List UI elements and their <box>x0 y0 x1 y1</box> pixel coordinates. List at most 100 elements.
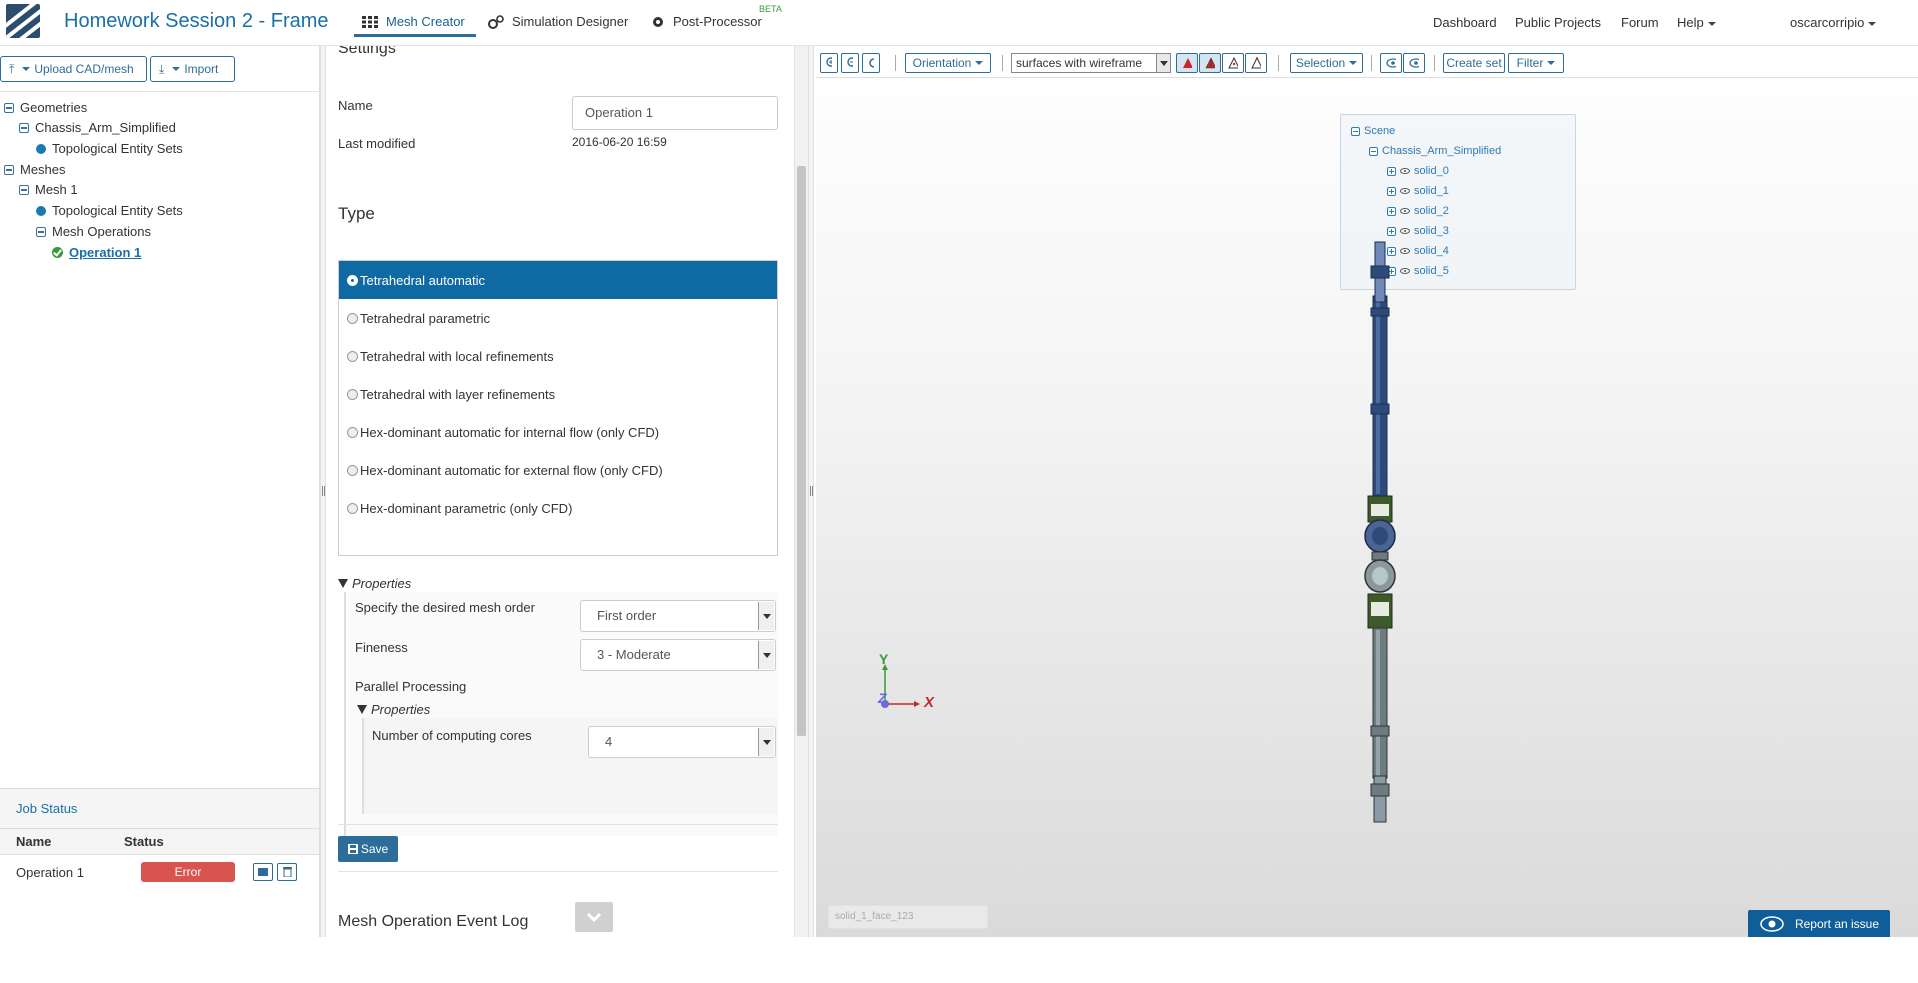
points-view-button[interactable] <box>1245 53 1267 73</box>
orientation-dropdown[interactable]: Orientation <box>905 53 991 73</box>
job-status-title: Job Status <box>0 789 319 829</box>
tree-node-chassis[interactable]: Chassis_Arm_Simplified <box>19 120 176 135</box>
tree-node-mesh-topological-sets[interactable]: Topological Entity Sets <box>36 203 183 218</box>
selection-dropdown[interactable]: Selection <box>1290 53 1363 73</box>
filter-dropdown[interactable]: Filter <box>1508 53 1564 73</box>
fineness-label: Fineness <box>355 640 408 655</box>
settings-scrollbar[interactable] <box>794 46 808 937</box>
expand-icon[interactable] <box>1387 186 1396 196</box>
nav-public-projects-link[interactable]: Public Projects <box>1515 15 1601 30</box>
scrollbar-thumb[interactable] <box>797 166 806 736</box>
tree-node-meshes[interactable]: Meshes <box>4 162 66 177</box>
viewer-splitter[interactable] <box>808 46 814 937</box>
radio-icon <box>347 464 358 476</box>
chassis-arm-model[interactable] <box>1346 236 1416 826</box>
type-option-layer-refinements[interactable]: Tetrahedral with layer refinements <box>339 375 777 413</box>
tree-label: Geometries <box>20 100 88 115</box>
nav-dashboard-link[interactable]: Dashboard <box>1433 15 1497 30</box>
type-option-hex-internal[interactable]: Hex-dominant automatic for internal flow… <box>339 413 777 451</box>
scene-root[interactable]: Scene <box>1351 125 1395 137</box>
tree-node-geometries[interactable]: Geometries <box>4 100 87 115</box>
type-label: Tetrahedral with layer refinements <box>360 386 556 402</box>
cores-select[interactable]: 4 <box>588 726 776 758</box>
circle-icon <box>36 205 46 216</box>
collapse-icon[interactable] <box>19 122 29 133</box>
caret-down-icon <box>1707 21 1716 26</box>
fineness-select[interactable]: 3 - Moderate <box>580 639 776 671</box>
last-modified-value: 2016-06-20 16:59 <box>572 135 667 149</box>
zoom-in-button[interactable] <box>820 53 838 73</box>
render-mode-select[interactable]: surfaces with wireframe <box>1011 53 1171 73</box>
radio-icon <box>347 502 358 514</box>
properties-toggle[interactable]: Properties <box>338 576 411 591</box>
collapse-icon[interactable] <box>1369 146 1378 156</box>
type-option-hex-parametric[interactable]: Hex-dominant parametric (only CFD) <box>339 489 777 527</box>
simscale-logo[interactable] <box>6 4 40 38</box>
3d-viewer[interactable]: Orientation surfaces with wireframe Sele… <box>816 46 1918 937</box>
tree-node-operation-1[interactable]: Operation 1 <box>52 245 141 260</box>
create-set-button[interactable]: Create set <box>1443 53 1505 73</box>
selection-label: Selection <box>1295 56 1346 70</box>
collapse-icon[interactable] <box>4 102 14 113</box>
tab-simulation-designer[interactable]: Simulation Designer <box>488 14 628 29</box>
tab-mesh-creator[interactable]: Mesh Creator <box>362 14 465 29</box>
collapse-icon[interactable] <box>1351 126 1360 136</box>
mesh-order-select[interactable]: First order <box>580 600 776 632</box>
expand-icon[interactable] <box>1387 166 1396 176</box>
tree-node-topological-sets[interactable]: Topological Entity Sets <box>36 141 183 156</box>
eye-icon[interactable] <box>1400 168 1410 174</box>
status-badge[interactable]: Error <box>141 862 235 882</box>
expand-icon[interactable] <box>1387 206 1396 216</box>
radio-icon <box>347 426 358 438</box>
wireframe-button[interactable] <box>1222 53 1244 73</box>
sub-properties-toggle[interactable]: Properties <box>357 702 430 717</box>
import-button[interactable]: ⤓ Import <box>150 56 235 82</box>
expand-icon[interactable] <box>1387 226 1396 236</box>
scene-model[interactable]: Chassis_Arm_Simplified <box>1369 145 1501 157</box>
column-name: Name <box>16 834 52 849</box>
eye-icon[interactable] <box>1400 228 1410 234</box>
upload-cad-mesh-button[interactable]: ⤒ Upload CAD/mesh <box>0 56 147 82</box>
reset-view-button[interactable] <box>862 53 880 73</box>
sub-properties-label: Properties <box>371 702 431 717</box>
type-option-local-refinements[interactable]: Tetrahedral with local refinements <box>339 337 777 375</box>
type-label: Hex-dominant parametric (only CFD) <box>360 500 573 516</box>
event-log-toggle[interactable] <box>575 902 613 932</box>
nav-help-dropdown[interactable]: Help <box>1677 15 1716 30</box>
name-input[interactable]: Operation 1 <box>572 96 778 130</box>
collapse-icon[interactable] <box>4 164 14 175</box>
delete-button[interactable] <box>277 863 297 881</box>
eye-icon[interactable] <box>1400 188 1410 194</box>
scene-solid[interactable]: solid_1 <box>1387 185 1449 197</box>
tree-node-mesh-operations[interactable]: Mesh Operations <box>36 224 151 239</box>
tree-label: Topological Entity Sets <box>52 203 183 218</box>
save-label: Save <box>360 842 389 856</box>
collapse-icon[interactable] <box>19 184 29 195</box>
render-mode-value: surfaces with wireframe <box>1016 56 1143 70</box>
grip-icon <box>810 486 813 496</box>
type-option-tetrahedral-automatic[interactable]: Tetrahedral automatic <box>339 261 777 299</box>
mesh-type-list: Tetrahedral automatic Tetrahedral parame… <box>338 260 778 556</box>
show-all-button[interactable] <box>1403 53 1425 73</box>
solid-view-button[interactable] <box>1176 53 1198 73</box>
zoom-out-button[interactable] <box>841 53 859 73</box>
wireframe-solid-button[interactable] <box>1199 53 1221 73</box>
report-issue-button[interactable]: Report an issue <box>1748 910 1890 937</box>
eye-icon <box>1409 58 1419 68</box>
scene-solid[interactable]: solid_2 <box>1387 205 1449 217</box>
eye-icon <box>1760 915 1784 932</box>
collapse-icon[interactable] <box>36 226 46 237</box>
nav-forum-link[interactable]: Forum <box>1621 15 1659 30</box>
type-option-tetrahedral-parametric[interactable]: Tetrahedral parametric <box>339 299 777 337</box>
eye-icon[interactable] <box>1400 208 1410 214</box>
tab-post-processor[interactable]: Post-Processor <box>651 14 762 29</box>
scene-solid[interactable]: solid_0 <box>1387 165 1449 177</box>
tree-node-mesh-1[interactable]: Mesh 1 <box>19 182 78 197</box>
tree-label: Topological Entity Sets <box>52 141 183 156</box>
hide-selection-button[interactable] <box>1380 53 1402 73</box>
view-log-button[interactable] <box>253 863 273 881</box>
user-menu-dropdown[interactable]: oscarcorripio <box>1790 15 1877 30</box>
tab-label: Post-Processor <box>673 14 762 29</box>
type-option-hex-external[interactable]: Hex-dominant automatic for external flow… <box>339 451 777 489</box>
save-button[interactable]: Save <box>338 836 398 862</box>
